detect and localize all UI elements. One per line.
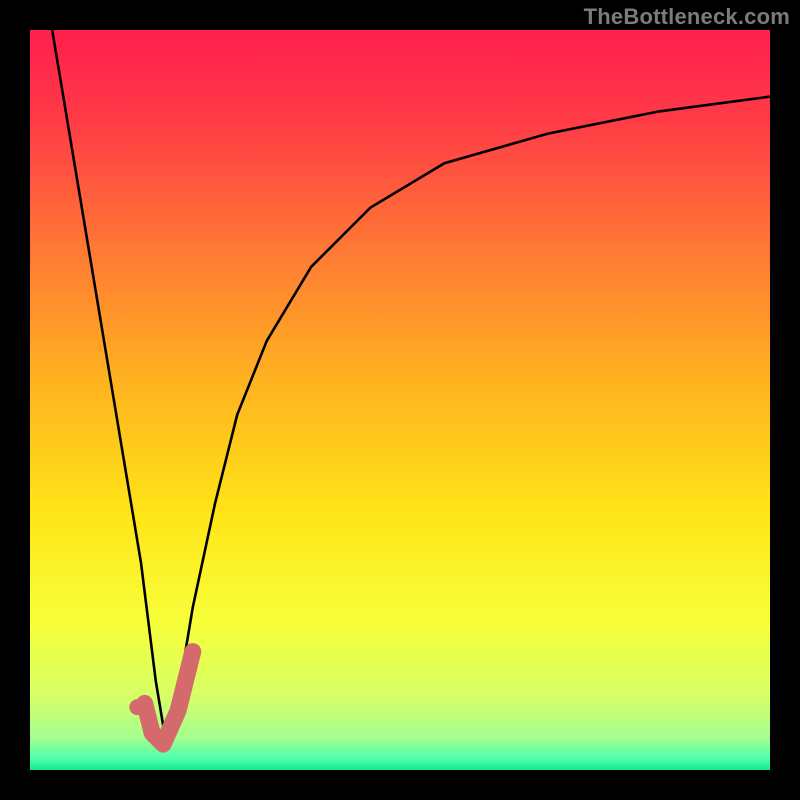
check-marker [145, 652, 193, 745]
curve-layer [30, 30, 770, 770]
outer-frame: TheBottleneck.com [0, 0, 800, 800]
watermark-text: TheBottleneck.com [584, 4, 790, 30]
bottleneck-curve-right [163, 97, 770, 741]
marker-dot [129, 699, 145, 715]
bottleneck-curve-left [52, 30, 163, 726]
plot-area [30, 30, 770, 770]
